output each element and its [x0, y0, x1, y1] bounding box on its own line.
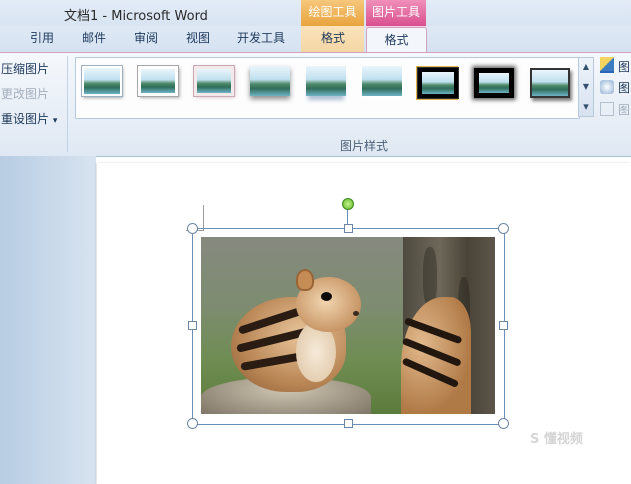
style-preview-icon: [417, 67, 459, 99]
picture-style-5[interactable]: [306, 66, 346, 96]
picture-border-label: 图: [618, 60, 631, 74]
pencil-icon: [600, 57, 614, 73]
picture-style-1[interactable]: [82, 66, 122, 96]
style-preview-icon: [194, 66, 234, 96]
tab-picture-format[interactable]: 格式: [366, 27, 427, 54]
tab-mailings[interactable]: 邮件: [76, 26, 112, 51]
picture-style-7[interactable]: [417, 67, 459, 99]
resize-handle-bottom-left[interactable]: [187, 418, 198, 429]
picture-style-2[interactable]: [138, 66, 178, 96]
window-title: 文档1 - Microsoft Word: [64, 9, 208, 24]
picture-style-4[interactable]: [250, 66, 290, 96]
gallery-scroll-up-button[interactable]: ▲: [578, 57, 594, 77]
reset-dropdown-arrow-icon: ▾: [52, 116, 58, 126]
document-background: [0, 156, 96, 484]
resize-handle-left[interactable]: [188, 321, 197, 330]
style-preview-icon: [306, 66, 346, 96]
compress-pictures-button[interactable]: 压缩图片: [1, 60, 49, 78]
picture-effects-button[interactable]: 图: [600, 79, 630, 97]
picture-style-6[interactable]: [362, 66, 402, 96]
picture-style-8[interactable]: [474, 68, 514, 98]
tab-developer[interactable]: 开发工具: [232, 26, 290, 51]
style-preview-icon: [474, 68, 514, 98]
resize-handle-top-left[interactable]: [187, 223, 198, 234]
style-preview-icon: [530, 68, 570, 98]
rotate-handle[interactable]: [342, 198, 354, 210]
picture-layout-label: 图: [618, 103, 631, 117]
drawing-tools-context-label: 绘图工具: [301, 0, 364, 26]
reset-picture-label: 重设图片: [1, 112, 50, 126]
picture-border-button[interactable]: 图: [600, 57, 630, 75]
style-preview-icon: [362, 66, 402, 96]
effects-icon: [600, 80, 614, 94]
gallery-scroll-down-button[interactable]: ▼: [578, 77, 594, 97]
tab-view[interactable]: 视图: [180, 26, 216, 51]
picture-tools-context-label: 图片工具: [366, 0, 426, 26]
picture-style-9[interactable]: [530, 68, 570, 98]
picture-effects-label: 图: [618, 81, 631, 95]
picture-layout-button[interactable]: 图: [600, 101, 630, 119]
picture-selection-frame: [192, 228, 505, 425]
style-preview-icon: [82, 66, 122, 96]
gallery-more-button[interactable]: ▾: [578, 97, 594, 117]
style-preview-icon: [138, 66, 178, 96]
resize-handle-top[interactable]: [344, 224, 353, 233]
picture-styles-group-label: 图片样式: [340, 139, 389, 153]
resize-handle-bottom-right[interactable]: [498, 418, 509, 429]
reset-picture-button[interactable]: 重设图片 ▾: [1, 110, 57, 128]
resize-handle-right[interactable]: [499, 321, 508, 330]
style-preview-icon: [250, 66, 290, 96]
group-separator: [67, 56, 68, 152]
resize-handle-bottom[interactable]: [344, 419, 353, 428]
resize-handle-top-right[interactable]: [498, 223, 509, 234]
layout-icon: [600, 102, 614, 116]
picture-style-3[interactable]: [194, 66, 234, 96]
tab-review[interactable]: 审阅: [128, 26, 164, 51]
tab-drawing-format[interactable]: 格式: [310, 26, 356, 51]
tab-references[interactable]: 引用: [22, 26, 62, 51]
change-picture-button[interactable]: 更改图片: [1, 85, 49, 103]
watermark-logo: S 懂视频: [530, 432, 583, 447]
